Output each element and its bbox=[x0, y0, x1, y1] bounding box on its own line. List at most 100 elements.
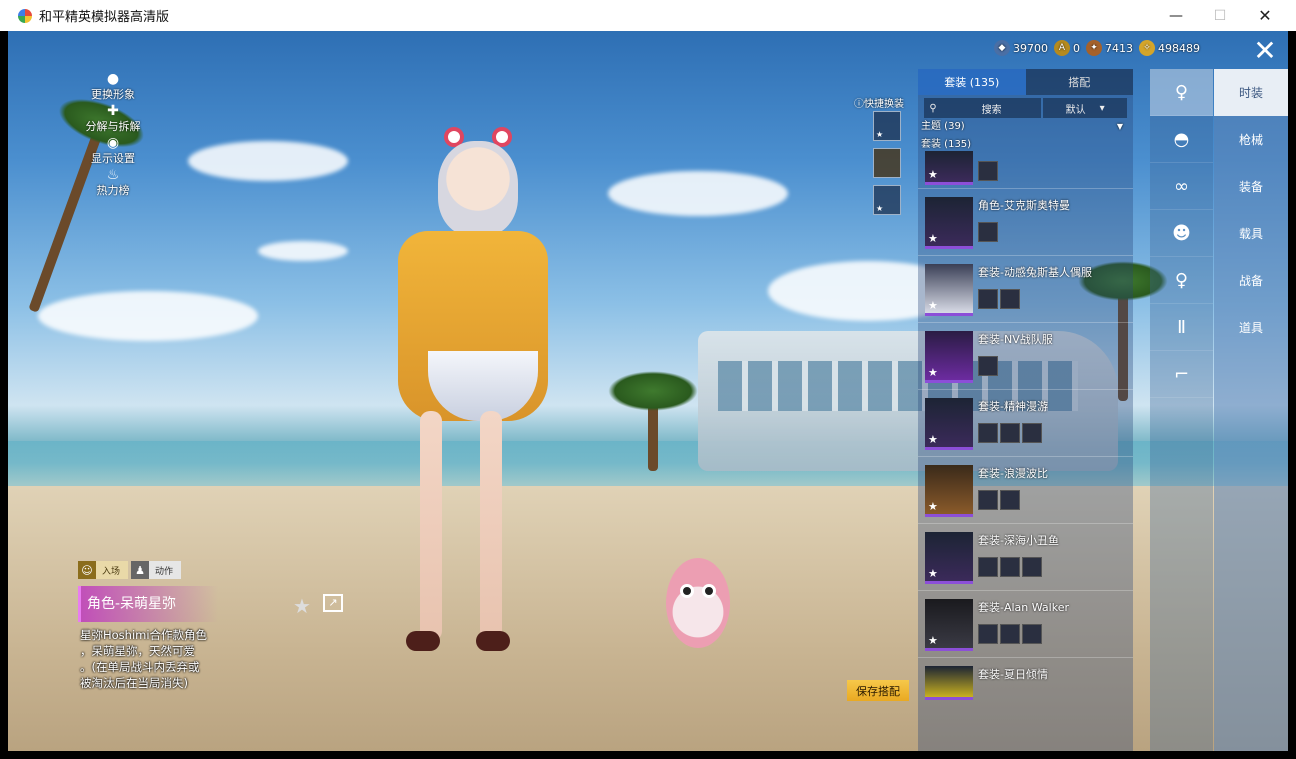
list-item[interactable]: ★ 角色-艾克斯奥特曼 bbox=[918, 189, 1133, 256]
character-shoe bbox=[406, 631, 440, 651]
star-favorite-icon[interactable]: ★ bbox=[293, 594, 311, 618]
sub-item-thumb[interactable] bbox=[1022, 423, 1042, 443]
category-equipment[interactable]: 装备 bbox=[1214, 163, 1288, 210]
pants-icon[interactable]: Ⅱ bbox=[1150, 304, 1213, 351]
pet-eye bbox=[680, 584, 694, 598]
list-item[interactable]: 套装-夏日倾情 bbox=[918, 658, 1133, 700]
pet-eye bbox=[702, 584, 716, 598]
app-logo-icon bbox=[18, 8, 32, 23]
category-vehicles[interactable]: 载具 bbox=[1214, 210, 1288, 257]
coin-icon: ◆ bbox=[994, 40, 1010, 56]
character-leg bbox=[420, 411, 442, 641]
star-icon: ★ bbox=[876, 204, 884, 213]
eye-icon: ◉ bbox=[106, 135, 120, 151]
tab-suits[interactable]: 套装 (135) bbox=[918, 69, 1026, 95]
tab-action[interactable]: ♟ 动作 bbox=[131, 561, 182, 579]
quick-change-label[interactable]: ⓘ快捷换装 bbox=[854, 95, 904, 110]
list-item[interactable]: ★ 套装-NV战队服 bbox=[918, 323, 1133, 390]
sub-item-thumb[interactable] bbox=[1000, 490, 1020, 510]
game-close-icon[interactable]: ✕ bbox=[1249, 36, 1281, 68]
category-fashion[interactable]: 时装 bbox=[1214, 69, 1288, 116]
list-item[interactable]: ★ 套装-动感兔斯基人偶服 bbox=[918, 256, 1133, 323]
quick-change-slot[interactable] bbox=[873, 148, 901, 178]
window-titlebar: 和平精英模拟器高清版 — ☐ ✕ bbox=[0, 0, 1296, 31]
subcategory-iconbar: ♀ ◓ ∞ ☻ ♀ Ⅱ ⌐ bbox=[1150, 69, 1213, 751]
sub-item-thumb[interactable] bbox=[978, 356, 998, 376]
left-menu-display-settings[interactable]: ◉ 显示设置 bbox=[68, 135, 158, 167]
sub-item-thumb[interactable] bbox=[978, 624, 998, 644]
item-subs bbox=[978, 624, 1042, 644]
star-icon: ★ bbox=[928, 366, 938, 379]
currency-item: A 0 bbox=[1054, 40, 1080, 56]
sub-item-thumb[interactable] bbox=[978, 289, 998, 309]
sub-item-thumb[interactable] bbox=[978, 222, 998, 242]
palm-tree bbox=[608, 371, 698, 471]
mask-icon[interactable]: ☻ bbox=[1150, 210, 1213, 257]
list-item-partial[interactable]: ★ bbox=[918, 151, 1133, 189]
category-items[interactable]: 道具 bbox=[1214, 304, 1288, 351]
sub-item-thumb[interactable] bbox=[978, 161, 998, 181]
star-icon: ★ bbox=[928, 500, 938, 513]
outfit-full-icon[interactable]: ♀ bbox=[1150, 69, 1213, 116]
item-thumbnail: ★ bbox=[925, 151, 973, 185]
shoes-icon[interactable]: ⌐ bbox=[1150, 351, 1213, 398]
close-window-button[interactable]: ✕ bbox=[1242, 0, 1288, 31]
list-item[interactable]: ★ 套装-浪漫波比 bbox=[918, 457, 1133, 524]
cloud bbox=[258, 241, 348, 261]
star-icon: ★ bbox=[928, 232, 938, 245]
glasses-icon[interactable]: ∞ bbox=[1150, 163, 1213, 210]
sub-item-thumb[interactable] bbox=[978, 557, 998, 577]
smile-icon: ☺ bbox=[78, 561, 96, 579]
item-thumbnail: ★ bbox=[925, 465, 973, 517]
list-item[interactable]: ★ 套装-Alan Walker bbox=[918, 591, 1133, 658]
sub-item-thumb[interactable] bbox=[978, 490, 998, 510]
sub-item-thumb[interactable] bbox=[1022, 624, 1042, 644]
item-subs bbox=[978, 557, 1042, 577]
currency-bar: ◆ 39700 A 0 ✦ 7413 ✧ 498489 bbox=[994, 40, 1200, 56]
left-menu-decompose[interactable]: ✚ 分解与拆解 bbox=[68, 103, 158, 135]
tab-entrance[interactable]: ☺ 入场 bbox=[78, 561, 129, 579]
sub-item-thumb[interactable] bbox=[1000, 557, 1020, 577]
currency-item: ✧ 498489 bbox=[1139, 40, 1200, 56]
sub-item-thumb[interactable] bbox=[1000, 624, 1020, 644]
category-combat-prep[interactable]: 战备 bbox=[1214, 257, 1288, 304]
hat-icon[interactable]: ◓ bbox=[1150, 116, 1213, 163]
sub-item-thumb[interactable] bbox=[978, 423, 998, 443]
search-input[interactable]: ⚲ 搜索 bbox=[924, 98, 1042, 118]
item-subs bbox=[978, 356, 998, 376]
flame-icon: ♨ bbox=[106, 167, 120, 183]
item-thumbnail bbox=[925, 666, 973, 700]
player-character-model[interactable] bbox=[358, 121, 588, 691]
tab-combos[interactable]: 搭配 bbox=[1025, 69, 1133, 95]
list-item[interactable]: ★ 套装-深海小丑鱼 bbox=[918, 524, 1133, 591]
quick-change-slot[interactable]: ★ bbox=[873, 185, 901, 215]
left-menu: ● 更换形象 ✚ 分解与拆解 ◉ 显示设置 ♨ 热力榜 bbox=[68, 71, 158, 199]
maximize-button[interactable]: ☐ bbox=[1197, 0, 1243, 31]
left-menu-heat-rank[interactable]: ♨ 热力榜 bbox=[68, 167, 158, 199]
item-thumbnail: ★ bbox=[925, 197, 973, 249]
category-weapons[interactable]: 枪械 bbox=[1214, 116, 1288, 163]
left-menu-change-look[interactable]: ● 更换形象 bbox=[68, 71, 158, 103]
sub-item-thumb[interactable] bbox=[1000, 423, 1020, 443]
puzzle-icon: ✚ bbox=[107, 103, 119, 119]
character-description: 星弥Hoshimi合作款角色 ，呆萌星弥，天然可爱 。(在单局战斗内丢弃或 被淘… bbox=[80, 628, 208, 690]
sort-dropdown[interactable]: 默认 ▾ bbox=[1043, 98, 1127, 118]
list-item[interactable]: ★ 套装-精神漫游 bbox=[918, 390, 1133, 457]
filter-theme[interactable]: 主题 (39) ▼ bbox=[918, 118, 1133, 136]
search-icon: ⚲ bbox=[929, 102, 937, 114]
share-icon[interactable]: ↗ bbox=[323, 594, 343, 612]
sub-item-thumb[interactable] bbox=[1000, 289, 1020, 309]
sub-item-thumb[interactable] bbox=[1022, 557, 1042, 577]
quick-change-slot[interactable]: ★ bbox=[873, 111, 901, 141]
caret-down-icon: ▼ bbox=[1116, 122, 1123, 131]
item-subs bbox=[978, 161, 998, 181]
cloud bbox=[38, 291, 258, 341]
category-bar: 时装 枪械 装备 载具 战备 道具 bbox=[1214, 69, 1288, 751]
pet-companion[interactable] bbox=[658, 536, 738, 661]
game-viewport[interactable]: ● 更换形象 ✚ 分解与拆解 ◉ 显示设置 ♨ 热力榜 ◆ 39700 A 0 … bbox=[8, 31, 1288, 751]
save-outfit-button[interactable]: 保存搭配 bbox=[847, 680, 909, 701]
minimize-button[interactable]: — bbox=[1153, 0, 1199, 31]
top-icon[interactable]: ♀ bbox=[1150, 257, 1213, 304]
gold-coin-icon: A bbox=[1054, 40, 1070, 56]
character-head bbox=[438, 141, 518, 236]
